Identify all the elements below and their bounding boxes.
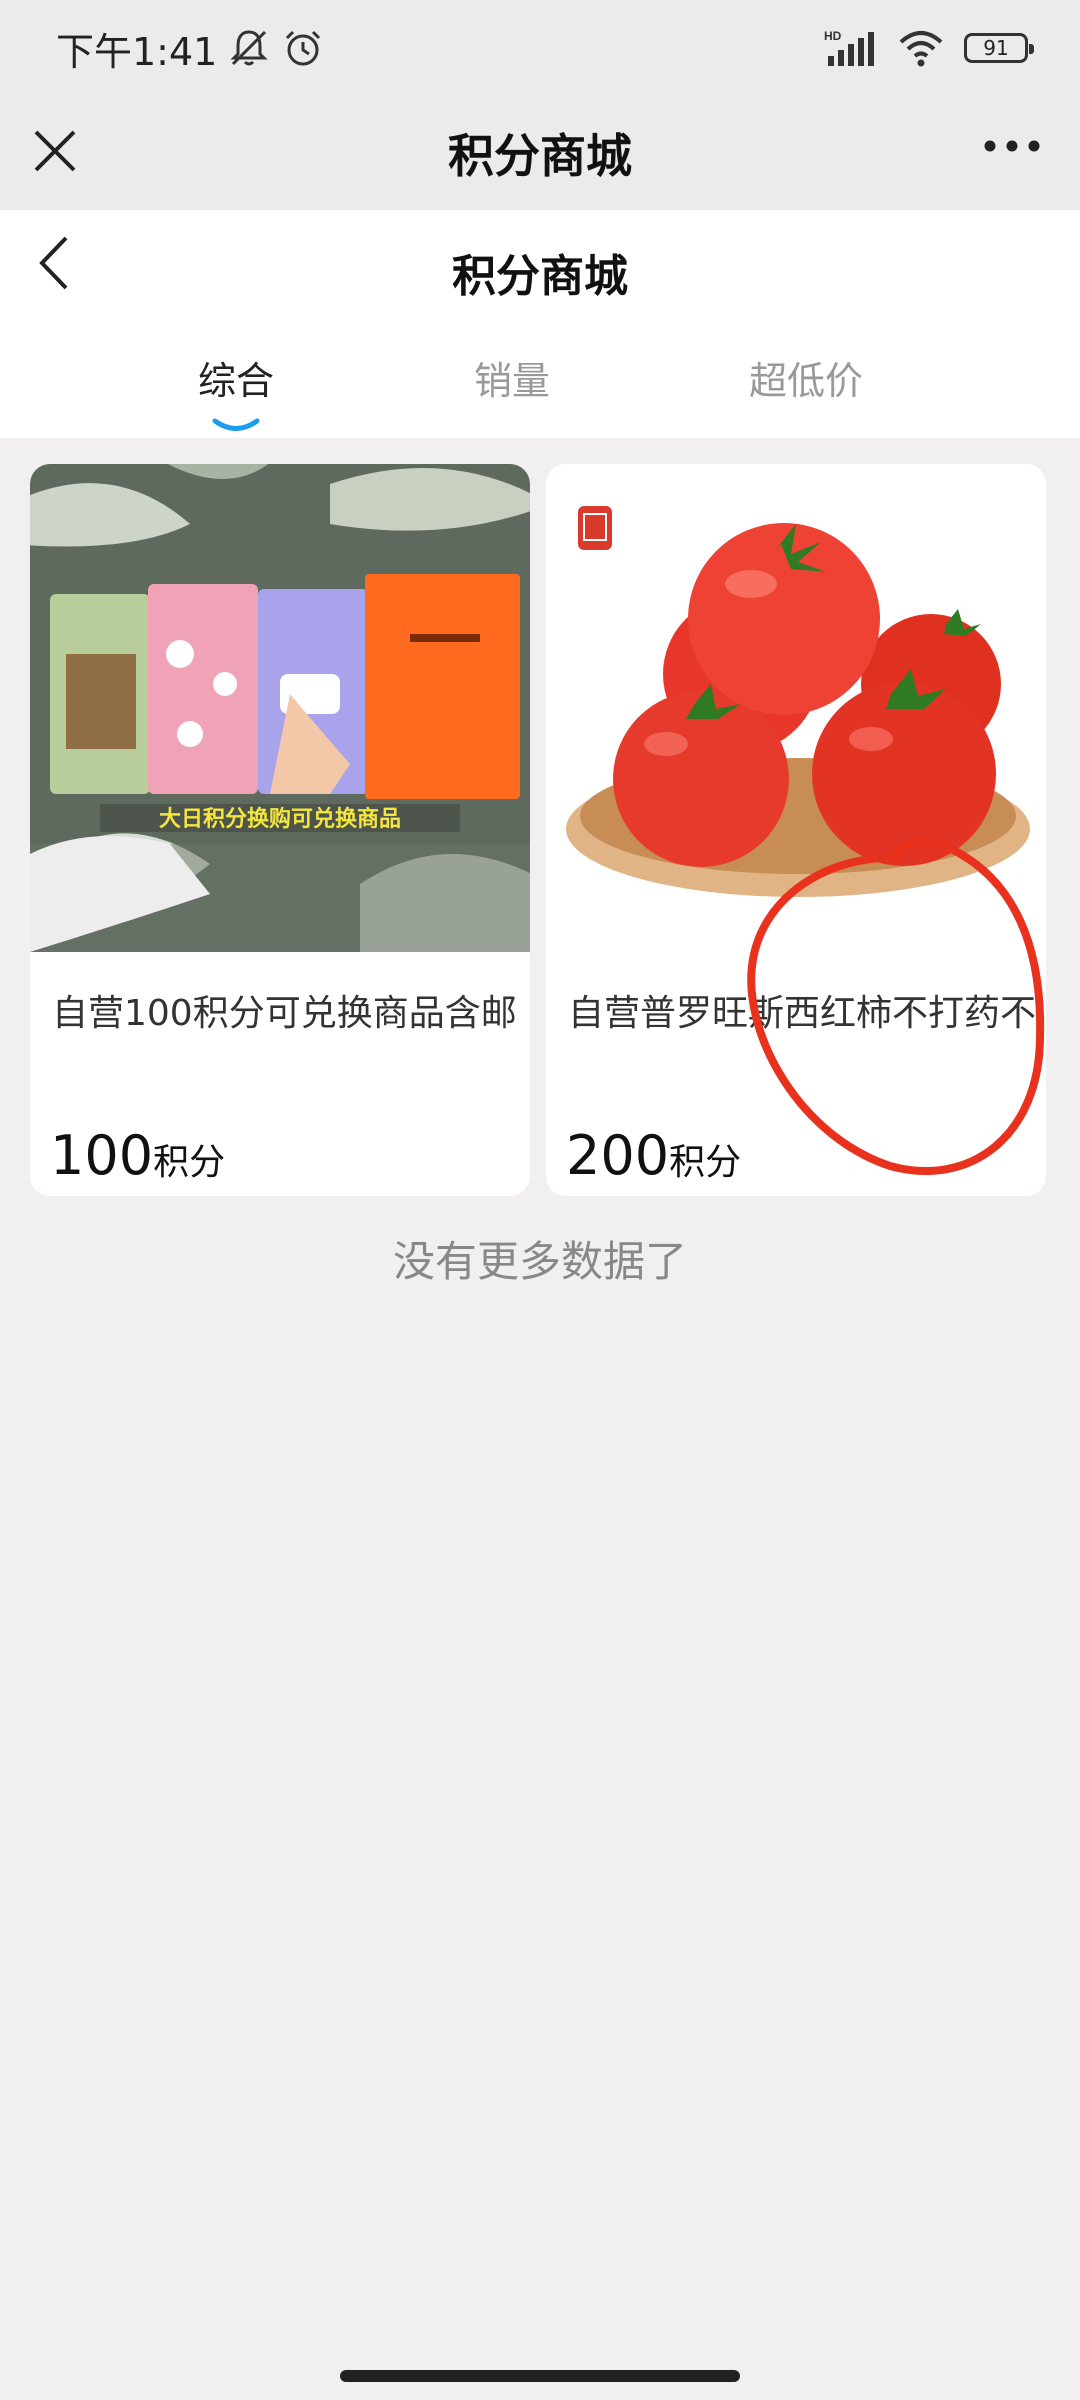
price-unit: 积分 (153, 1142, 226, 1183)
alarm-icon (286, 30, 321, 66)
tab-low-price[interactable]: 超低价 (749, 350, 863, 405)
wifi-icon (899, 31, 943, 67)
product-name: 自营100积分可兑换商品含邮 (52, 993, 517, 1034)
tab-sales[interactable]: 销量 (474, 350, 550, 405)
product-image (546, 464, 1046, 952)
page-header: 积分商城 综合 销量 超低价 (0, 210, 1080, 438)
product-price: 100积分 (50, 1124, 225, 1187)
product-card[interactable]: 自营普罗旺斯西红柿不打药不 200积分 (546, 464, 1046, 1196)
home-indicator[interactable] (340, 2370, 740, 2382)
status-left: 下午1:41 (56, 21, 325, 76)
signal-icon: HD (824, 29, 874, 66)
product-image: 大日积分换购可兑换商品 (30, 464, 530, 952)
tab-bar: 综合 销量 超低价 (0, 350, 1080, 438)
tab-active-indicator (212, 418, 260, 431)
battery-level: 91 (983, 36, 1009, 60)
app-title: 积分商城 (448, 129, 632, 183)
product-price: 200积分 (566, 1124, 741, 1187)
mute-icon (230, 30, 268, 66)
svg-text:大日积分换购可兑换商品: 大日积分换购可兑换商品 (159, 806, 401, 831)
tab-comprehensive[interactable]: 综合 (198, 350, 274, 405)
price-unit: 积分 (669, 1142, 742, 1183)
more-icon[interactable] (982, 134, 1042, 158)
status-bar: 下午1:41 HD 91 (0, 0, 1080, 96)
battery-icon: 91 (964, 33, 1034, 63)
page-title: 积分商城 (452, 251, 628, 302)
price-value: 200 (566, 1124, 670, 1187)
svg-text:HD: HD (824, 29, 842, 43)
status-right: HD 91 (824, 28, 1034, 68)
status-time: 下午1:41 (56, 29, 218, 74)
app-header: 积分商城 (0, 96, 1080, 210)
close-icon[interactable] (30, 126, 80, 176)
product-name: 自营普罗旺斯西红柿不打药不 (568, 993, 1037, 1034)
product-card[interactable]: 大日积分换购可兑换商品 自营100积分可兑换商品含邮 100积分 (30, 464, 530, 1196)
price-value: 100 (50, 1124, 154, 1187)
no-more-data-text: 没有更多数据了 (392, 1237, 687, 1286)
